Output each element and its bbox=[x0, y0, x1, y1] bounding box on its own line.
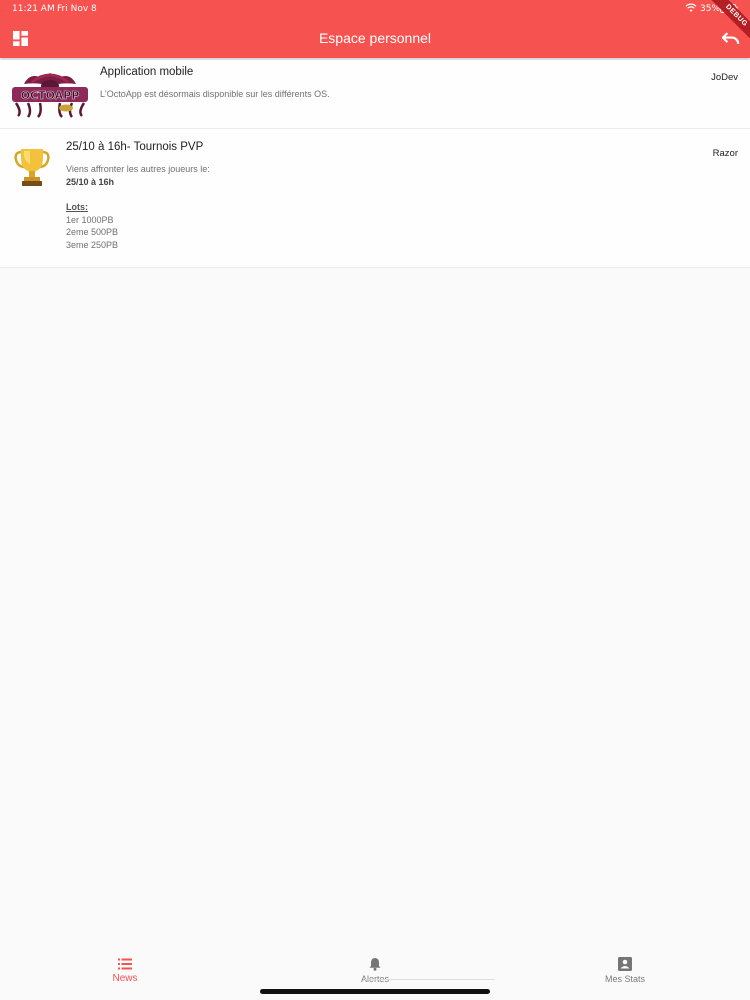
nav-tab-alertes[interactable]: Alertes bbox=[315, 947, 435, 992]
page-title: Espace personnel bbox=[318, 30, 432, 46]
news-author: JoDev bbox=[711, 72, 738, 83]
home-indicator[interactable] bbox=[260, 989, 490, 994]
lot-item: 3eme 250PB bbox=[66, 239, 119, 250]
bell-icon bbox=[369, 958, 381, 971]
status-time: 11:21 AM bbox=[12, 4, 55, 14]
list-icon bbox=[118, 958, 132, 970]
news-title: Application mobile bbox=[100, 66, 194, 78]
news-item[interactable]: 25/10 à 16h- Tournois PVP Razor Viens af… bbox=[0, 129, 750, 268]
news-item[interactable]: OCTOAPP Application mobile JoDev L'OctoA… bbox=[0, 60, 750, 129]
nav-label-news: News bbox=[112, 973, 138, 984]
status-bar: 11:21 AM Fri Nov 8 35% bbox=[0, 0, 750, 18]
news-datetime: 25/10 à 16h bbox=[66, 176, 115, 187]
lot-item: 2eme 500PB bbox=[66, 227, 119, 237]
octoapp-logo: OCTOAPP bbox=[12, 73, 88, 118]
news-text: L'OctoApp est désormais disponible sur l… bbox=[100, 89, 330, 99]
status-date: Fri Nov 8 bbox=[57, 4, 97, 14]
news-intro: Viens affronter les autres joueurs le: bbox=[66, 164, 210, 174]
nav-tab-news[interactable]: News bbox=[65, 947, 185, 992]
trophy-icon bbox=[14, 149, 50, 186]
lots-label: Lots: bbox=[66, 202, 88, 212]
app-bar: Espace personnel bbox=[0, 18, 750, 58]
news-author: Razor bbox=[712, 148, 738, 159]
news-title: 25/10 à 16h- Tournois PVP bbox=[66, 141, 204, 153]
news-body: Viens affronter les autres joueurs le: 2… bbox=[66, 163, 210, 251]
wifi-icon bbox=[685, 3, 697, 12]
news-body: L'OctoApp est désormais disponible sur l… bbox=[100, 88, 330, 101]
nav-label-mes-stats: Mes Stats bbox=[604, 974, 645, 984]
nav-tab-mes-stats[interactable]: Mes Stats bbox=[565, 947, 685, 992]
undo-icon[interactable] bbox=[722, 31, 740, 46]
logo-text: OCTOAPP bbox=[21, 89, 80, 102]
lot-item: 1er 1000PB bbox=[66, 214, 114, 225]
divider bbox=[365, 979, 495, 980]
contact-card-icon bbox=[618, 957, 632, 971]
